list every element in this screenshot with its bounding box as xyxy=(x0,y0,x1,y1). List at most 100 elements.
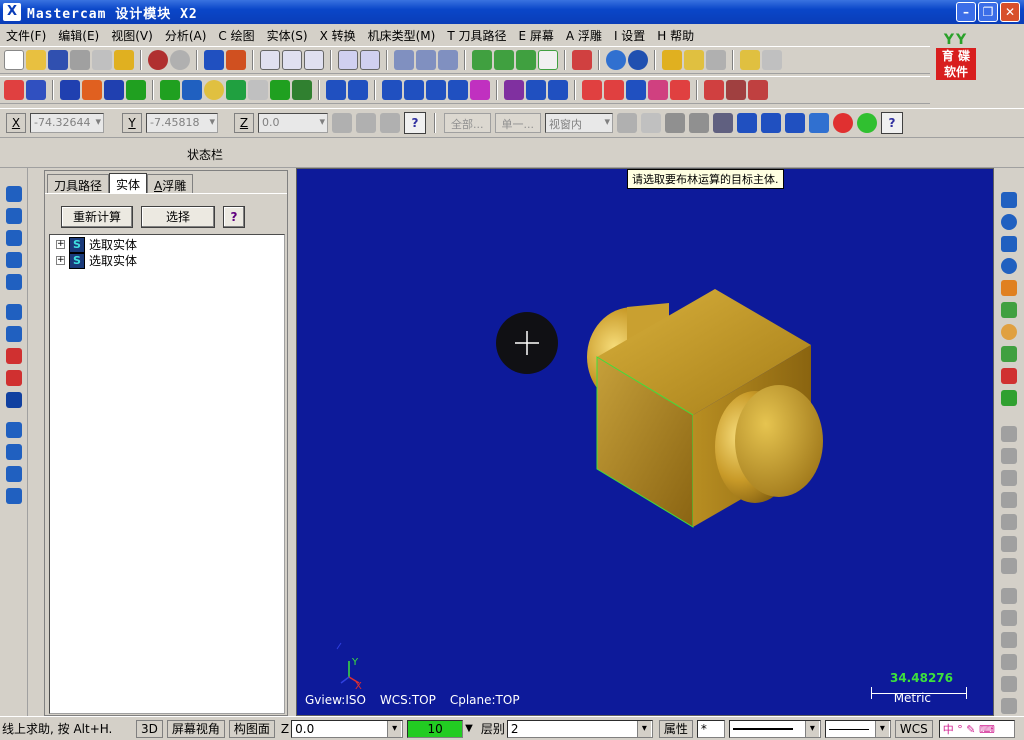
pencil-icon[interactable] xyxy=(662,50,682,70)
boolean-remove-icon[interactable] xyxy=(6,348,22,364)
disabled-tool-icon[interactable] xyxy=(1001,676,1017,692)
break-icon[interactable] xyxy=(326,80,346,100)
fit-icon[interactable] xyxy=(260,50,280,70)
measure-icon[interactable] xyxy=(706,50,726,70)
list-icon[interactable] xyxy=(604,80,624,100)
disabled-tool-icon[interactable] xyxy=(1001,470,1017,486)
menu-art[interactable]: A 浮雕 xyxy=(560,27,608,44)
rotate-icon[interactable] xyxy=(426,80,446,100)
chevron-down-icon[interactable]: ▾ xyxy=(804,720,819,737)
menu-analyze[interactable]: 分析(A) xyxy=(159,27,213,44)
up-arrow-tool-icon[interactable] xyxy=(1001,236,1017,252)
line-width-field[interactable]: ▾ xyxy=(824,719,891,738)
chart-icon[interactable] xyxy=(762,50,782,70)
solid-block-icon[interactable] xyxy=(1001,192,1017,208)
redo-icon[interactable] xyxy=(170,50,190,70)
tree-item[interactable]: + S 选取实体 xyxy=(56,236,137,253)
disabled-tool-icon[interactable] xyxy=(1001,610,1017,626)
zoom-target-icon[interactable] xyxy=(304,50,324,70)
select-all-button[interactable]: 全部... xyxy=(444,113,491,133)
menu-edit[interactable]: 编辑(E) xyxy=(52,27,105,44)
wand-icon[interactable] xyxy=(684,50,704,70)
selection-help-button[interactable]: ? xyxy=(881,112,903,134)
solid-select-icon[interactable] xyxy=(665,113,685,133)
expand-icon[interactable]: + xyxy=(56,256,65,265)
fast-point-icon[interactable] xyxy=(332,113,352,133)
iso-view-icon[interactable] xyxy=(538,50,558,70)
array-icon[interactable] xyxy=(526,80,546,100)
revolve-icon[interactable] xyxy=(6,208,22,224)
point-style-field[interactable]: * xyxy=(696,719,725,738)
find-features-icon[interactable] xyxy=(6,488,22,504)
disabled-tool-icon[interactable] xyxy=(1001,426,1017,442)
circle-icon[interactable] xyxy=(204,80,224,100)
grid-tool-icon[interactable] xyxy=(1001,280,1017,296)
minimize-button[interactable]: – xyxy=(956,2,976,22)
3d-toggle-button[interactable]: 3D xyxy=(136,719,163,738)
tab-solids[interactable]: 实体 xyxy=(109,173,148,193)
shell-icon[interactable] xyxy=(6,304,22,320)
color-dropdown-icon[interactable]: ▼ xyxy=(465,723,473,734)
print-preview-icon[interactable] xyxy=(92,50,112,70)
project-icon[interactable] xyxy=(504,80,524,100)
stretch-icon[interactable] xyxy=(548,80,568,100)
cube-shade-icon[interactable] xyxy=(1001,346,1017,362)
menu-view[interactable]: 视图(V) xyxy=(105,27,159,44)
mastercam-x-icon[interactable]: X xyxy=(3,3,21,21)
selection-mode-dropdown[interactable]: 视窗内 xyxy=(545,113,613,133)
solid-manager-icon[interactable] xyxy=(6,466,22,482)
table-icon[interactable] xyxy=(582,80,602,100)
pan-icon[interactable] xyxy=(204,50,224,70)
open-file-icon[interactable] xyxy=(26,50,46,70)
disabled-tool-icon[interactable] xyxy=(1001,536,1017,552)
scale-icon[interactable] xyxy=(448,80,468,100)
filter-icon[interactable] xyxy=(809,113,829,133)
save-icon[interactable] xyxy=(48,50,68,70)
extrude-icon[interactable] xyxy=(6,186,22,202)
selection-mask-icon[interactable] xyxy=(617,113,637,133)
xform-icon[interactable] xyxy=(82,80,102,100)
fillet-solid-icon[interactable] xyxy=(6,274,22,290)
layer-stack-icon[interactable] xyxy=(704,80,724,100)
attributes-button[interactable]: 属性 xyxy=(658,719,693,738)
disabled-tool-icon[interactable] xyxy=(1001,448,1017,464)
join-icon[interactable] xyxy=(348,80,368,100)
chevron-down-icon[interactable]: ▾ xyxy=(387,720,402,737)
shading-icon[interactable] xyxy=(572,50,592,70)
front-view-icon[interactable] xyxy=(494,50,514,70)
new-file-icon[interactable] xyxy=(4,50,24,70)
chevron-down-icon[interactable]: ▾ xyxy=(874,720,889,737)
disabled-tool-icon[interactable] xyxy=(1001,558,1017,574)
sweep-icon[interactable] xyxy=(6,230,22,246)
mirror-icon[interactable] xyxy=(404,80,424,100)
ok-icon[interactable] xyxy=(857,113,877,133)
point-icon[interactable] xyxy=(160,80,180,100)
auto-cursor-icon[interactable] xyxy=(380,113,400,133)
menu-solids[interactable]: 实体(S) xyxy=(261,27,314,44)
menu-xform[interactable]: X 转换 xyxy=(314,27,362,44)
regen-button[interactable]: 重新计算 xyxy=(61,206,133,228)
disabled-tool-icon[interactable] xyxy=(1001,514,1017,530)
back-face-icon[interactable] xyxy=(761,113,781,133)
select-single-button[interactable]: 单一... xyxy=(494,113,541,133)
menu-file[interactable]: 文件(F) xyxy=(0,27,52,44)
menu-screen[interactable]: E 屏幕 xyxy=(513,27,560,44)
fillet-icon[interactable] xyxy=(248,80,268,100)
menu-toolpaths[interactable]: T 刀具路径 xyxy=(441,27,512,44)
globe-tool-icon[interactable] xyxy=(1001,258,1017,274)
analyze-icon[interactable] xyxy=(4,80,24,100)
translate-icon[interactable] xyxy=(382,80,402,100)
line-icon[interactable] xyxy=(182,80,202,100)
boolean-common-icon[interactable] xyxy=(6,370,22,386)
ime-icon[interactable]: 中 ° ✎ ⌨ xyxy=(943,723,995,736)
line-style-field[interactable]: ▾ xyxy=(728,719,821,738)
z-depth-field[interactable]: 0.0 ▾ xyxy=(291,719,404,738)
disabled-tool-icon[interactable] xyxy=(1001,588,1017,604)
rotate-view-icon[interactable] xyxy=(394,50,414,70)
repaint-icon[interactable] xyxy=(226,50,246,70)
front-cylinder[interactable] xyxy=(715,385,823,503)
side-view-icon[interactable] xyxy=(516,50,536,70)
disabled-tool-icon[interactable] xyxy=(1001,632,1017,648)
menu-create[interactable]: C 绘图 xyxy=(212,27,260,44)
level-field[interactable]: 2 ▾ xyxy=(506,719,653,738)
